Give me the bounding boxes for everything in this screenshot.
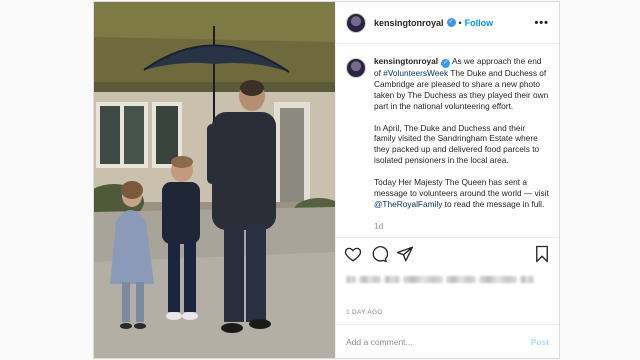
- post-header: kensingtonroyal ✓ • Follow •••: [336, 2, 559, 44]
- bookmark-icon[interactable]: [533, 245, 551, 263]
- blurred-text: [359, 275, 381, 283]
- caption-paragraph-1: kensingtonroyal ✓ As we approach the end …: [374, 56, 549, 112]
- blurred-text: [346, 275, 356, 283]
- caption-area[interactable]: kensingtonroyal ✓ As we approach the end …: [336, 44, 559, 237]
- likes-row-blurred-2: [336, 289, 559, 303]
- post-photo[interactable]: [94, 2, 335, 358]
- verified-badge-icon: ✓: [446, 18, 456, 27]
- comment-icon[interactable]: [370, 245, 388, 263]
- share-icon[interactable]: [396, 245, 414, 263]
- blurred-text: [520, 275, 534, 283]
- caption-avatar[interactable]: [346, 58, 366, 78]
- caption-text-part: Today Her Majesty The Queen has sent a m…: [374, 177, 549, 198]
- username[interactable]: kensingtonroyal: [374, 18, 444, 28]
- comment-box: Post: [336, 324, 559, 358]
- avatar[interactable]: [346, 12, 366, 33]
- post-timestamp[interactable]: 1 DAY AGO: [336, 303, 559, 324]
- blurred-text: [446, 275, 476, 283]
- instagram-post: kensingtonroyal ✓ • Follow ••• kensingto…: [93, 1, 560, 359]
- caption-text-part: to read the message in full.: [442, 198, 545, 209]
- heart-icon[interactable]: [344, 245, 362, 263]
- action-bar: [336, 237, 559, 269]
- caption-paragraph-3: Today Her Majesty The Queen has sent a m…: [374, 177, 549, 210]
- separator-dot: •: [458, 17, 462, 28]
- more-options-icon[interactable]: •••: [534, 17, 549, 29]
- mention-link[interactable]: @TheRoyalFamily: [374, 199, 442, 209]
- caption-verified-badge-icon: ✓: [441, 59, 451, 68]
- blurred-text: [479, 275, 517, 283]
- blurred-text: [403, 275, 443, 283]
- comment-input[interactable]: [346, 336, 531, 347]
- post-sidebar: kensingtonroyal ✓ • Follow ••• kensingto…: [335, 2, 559, 358]
- post-comment-button[interactable]: Post: [531, 337, 549, 347]
- family-walking-under-umbrella-image: [94, 2, 335, 358]
- follow-button[interactable]: Follow: [465, 18, 494, 28]
- hashtag-link[interactable]: #VolunteersWeek: [383, 68, 448, 78]
- caption-paragraph-2: In April, The Duke and Duchess and their…: [374, 122, 540, 166]
- caption-username[interactable]: kensingtonroyal: [374, 56, 438, 66]
- blurred-text: [384, 275, 400, 283]
- likes-row-blurred: [336, 269, 559, 289]
- caption-fade: [336, 227, 559, 237]
- caption-text: kensingtonroyal ✓ As we approach the end …: [374, 56, 549, 237]
